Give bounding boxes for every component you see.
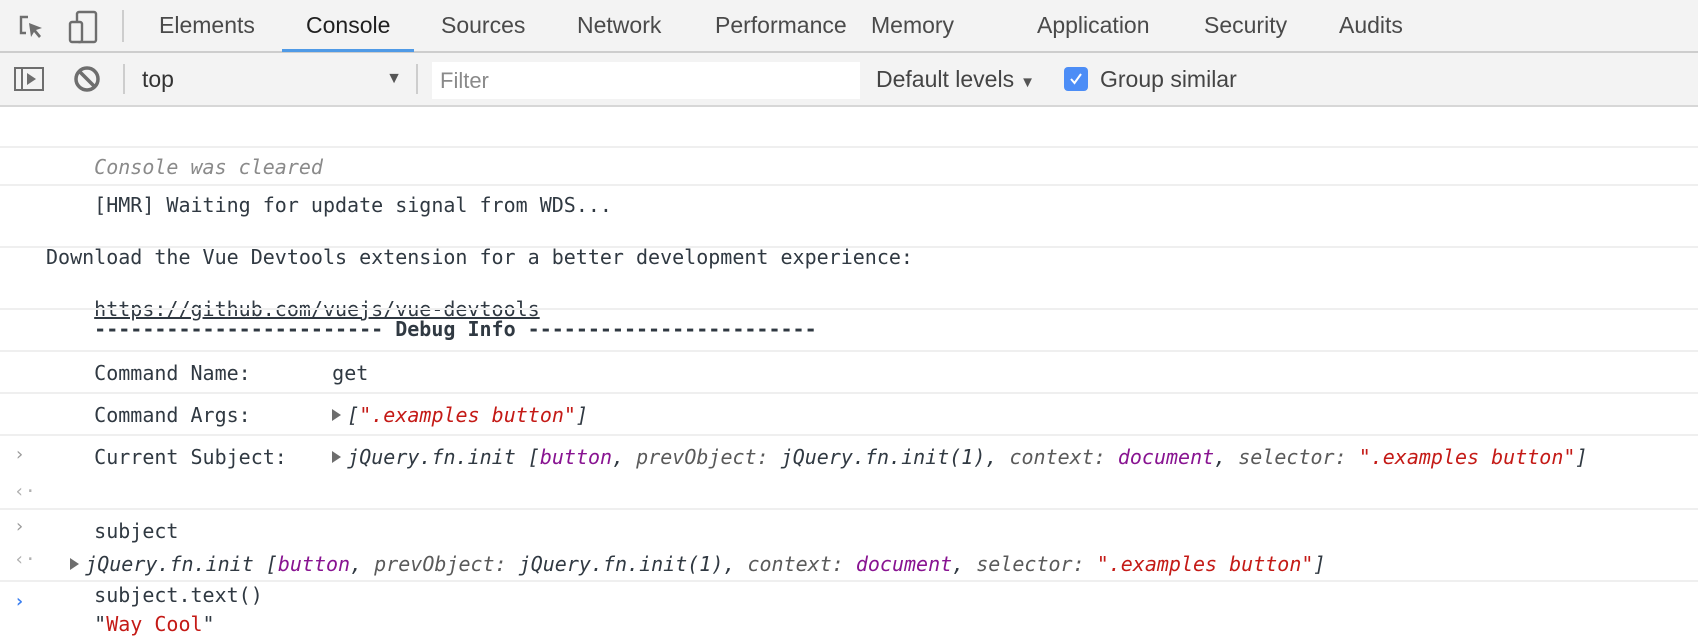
context-value: top (142, 66, 174, 92)
inspect-element-button[interactable] (14, 10, 48, 44)
console-messages: Console was cleared [HMR] Waiting for up… (0, 107, 1698, 636)
tab-elements[interactable]: Elements (135, 0, 279, 51)
console-input-entry: › subject.text() (0, 510, 1698, 607)
show-sidebar-button[interactable] (12, 62, 46, 96)
console-message: Command Args: [".examples button"] (0, 352, 1698, 427)
checkmark-icon (1070, 73, 1082, 85)
console-toolbar: top ▼ Default levels ▼ Group similar (0, 53, 1698, 107)
console-result-entry: ‹· jQuery.fn.init [button, prevObject: j… (0, 474, 1698, 576)
device-mode-icon (68, 10, 98, 44)
input-chevron-icon: › (14, 444, 25, 465)
tab-application[interactable]: Application (1013, 0, 1174, 51)
tab-sources[interactable]: Sources (417, 0, 549, 51)
tab-console[interactable]: Console (282, 0, 415, 52)
clear-block-icon (74, 66, 100, 92)
console-message: ------------------------ Debug Info ----… (0, 248, 1698, 341)
tab-memory[interactable]: Memory (847, 0, 978, 51)
input-chevron-icon: › (14, 516, 25, 537)
console-message: Download the Vue Devtools extension for … (0, 186, 1698, 321)
devtools-tab-bar: Elements Console Sources Network Perform… (0, 0, 1698, 53)
console-message: Console was cleared (0, 107, 1698, 179)
tab-network[interactable]: Network (553, 0, 685, 51)
group-similar-label: Group similar (1100, 65, 1237, 92)
context-selector[interactable]: top ▼ (142, 53, 402, 105)
toolbar-divider (123, 64, 125, 94)
inspect-cursor-icon (19, 15, 42, 38)
filter-input[interactable] (432, 62, 860, 99)
toolbar-divider (122, 10, 124, 42)
prompt-chevron-icon: › (14, 591, 25, 612)
dropdown-caret-icon: ▼ (1020, 74, 1035, 91)
group-similar-toggle[interactable]: Group similar (1064, 66, 1237, 92)
log-levels-label: Default levels (876, 66, 1015, 92)
clear-console-button[interactable] (70, 62, 104, 96)
console-message: [HMR] Waiting for update signal from WDS… (0, 148, 1698, 217)
dropdown-caret-icon: ▼ (386, 70, 402, 87)
tab-performance[interactable]: Performance (691, 0, 871, 51)
console-prompt[interactable]: › (0, 582, 1698, 622)
group-similar-checkbox[interactable] (1064, 67, 1088, 91)
tab-audits[interactable]: Audits (1315, 0, 1427, 51)
sidebar-play-icon (14, 67, 44, 91)
output-arrow-icon: ‹· (14, 481, 36, 502)
console-message: Current Subject: jQuery.fn.init [button, … (0, 394, 1698, 469)
output-arrow-icon: ‹· (14, 549, 36, 570)
device-toolbar-button[interactable] (66, 10, 100, 44)
console-input-entry: › subject (0, 436, 1698, 543)
console-result-entry: ‹· "Way Cool" (0, 544, 1698, 636)
tab-security[interactable]: Security (1180, 0, 1311, 51)
console-message: Command Name: get (0, 310, 1698, 385)
toolbar-divider (416, 64, 418, 94)
log-levels-dropdown[interactable]: Default levels ▼ (876, 53, 1035, 105)
